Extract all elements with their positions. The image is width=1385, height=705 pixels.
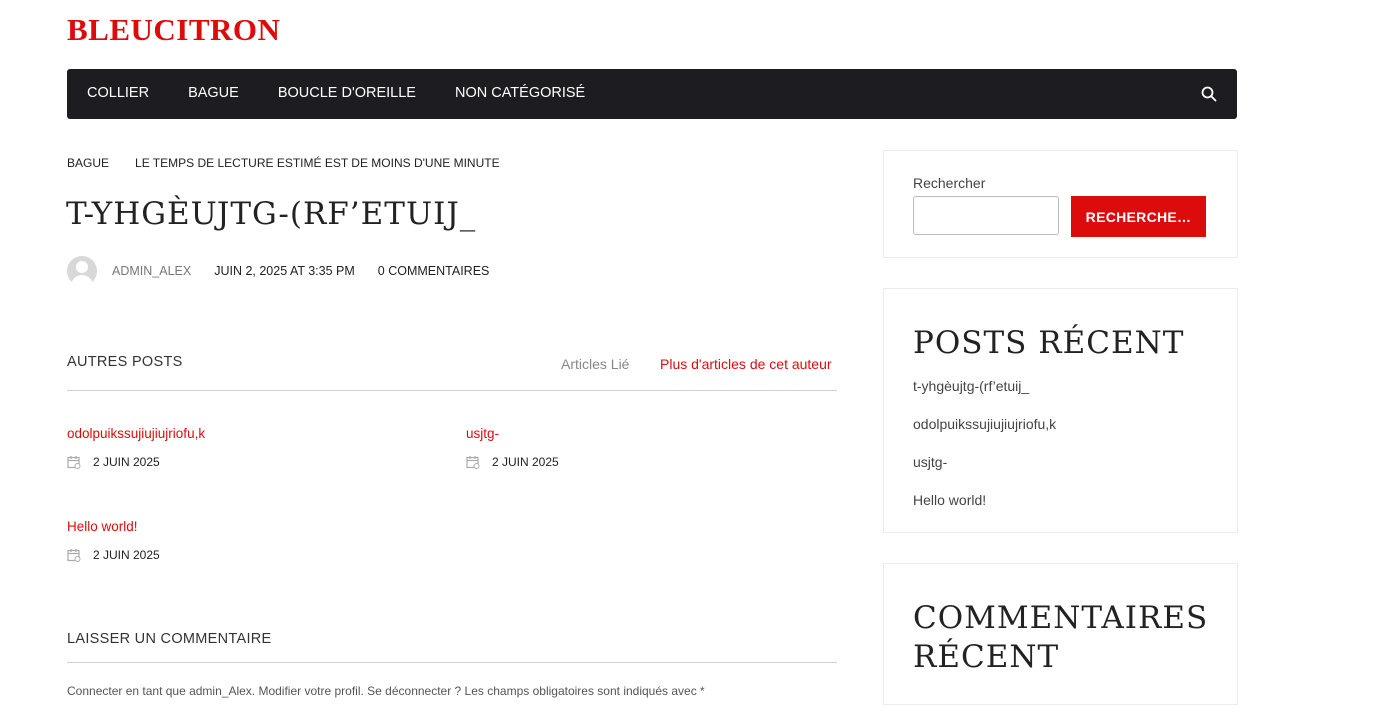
post-author[interactable]: ADMIN_ALEX bbox=[112, 264, 191, 278]
recent-posts-widget: POSTS RÉCENT t-yhgèujtg-(rf’etuij_ odolp… bbox=[883, 288, 1238, 533]
post-date: JUIN 2, 2025 AT 3:35 PM bbox=[214, 264, 355, 278]
tab-author-articles[interactable]: Plus d'articles de cet auteur bbox=[660, 356, 832, 372]
leave-comment-label: LAISSER UN COMMENTAIRE bbox=[67, 631, 272, 647]
search-icon[interactable] bbox=[1201, 86, 1217, 102]
related-post-card: usjtg- 2 JUIN 2025 bbox=[466, 426, 559, 469]
related-post-date: 2 JUIN 2025 bbox=[93, 548, 160, 562]
post-byline: ADMIN_ALEX JUIN 2, 2025 AT 3:35 PM 0 COM… bbox=[67, 256, 489, 286]
search-input[interactable] bbox=[913, 196, 1059, 235]
nav-item-bague[interactable]: BAGUE bbox=[188, 85, 239, 104]
nav-item-non-categorise[interactable]: NON CATÉGORISÉ bbox=[455, 85, 585, 104]
related-post-date: 2 JUIN 2025 bbox=[492, 455, 559, 469]
search-widget: Rechercher RECHERCHE… bbox=[883, 150, 1238, 258]
post-meta-top: BAGUE LE TEMPS DE LECTURE ESTIMÉ EST DE … bbox=[67, 156, 500, 170]
logged-in-note: Connecter en tant que admin_Alex. Modifi… bbox=[67, 684, 705, 698]
nav-item-collier[interactable]: COLLIER bbox=[87, 85, 149, 104]
related-post-date: 2 JUIN 2025 bbox=[93, 455, 160, 469]
related-post-card: Hello world! 2 JUIN 2025 bbox=[67, 519, 160, 562]
related-post-title[interactable]: odolpuikssujiujiujriofu,k bbox=[67, 426, 205, 441]
tab-related-articles[interactable]: Articles Lié bbox=[561, 356, 629, 372]
nav-item-boucle-doreille[interactable]: BOUCLE D'OREILLE bbox=[278, 85, 416, 104]
calendar-icon bbox=[67, 456, 81, 469]
search-button[interactable]: RECHERCHE… bbox=[1071, 196, 1206, 237]
leave-comment-header: LAISSER UN COMMENTAIRE bbox=[67, 630, 837, 663]
recent-comments-title: COMMENTAIRES RÉCENT bbox=[913, 600, 1209, 675]
post-title: T-YHGÈUJTG-(RF’ETUIJ_ bbox=[66, 196, 477, 232]
reading-time: LE TEMPS DE LECTURE ESTIMÉ EST DE MOINS … bbox=[135, 156, 500, 170]
related-post-title[interactable]: Hello world! bbox=[67, 519, 160, 534]
search-label: Rechercher bbox=[913, 175, 986, 191]
post-comments-link[interactable]: 0 COMMENTAIRES bbox=[378, 264, 490, 278]
recent-post-link[interactable]: odolpuikssujiujiujriofu,k bbox=[913, 416, 1056, 454]
related-post-card: odolpuikssujiujiujriofu,k 2 JUIN 2025 bbox=[67, 426, 205, 469]
calendar-icon bbox=[466, 456, 480, 469]
recent-posts-title: POSTS RÉCENT bbox=[913, 325, 1185, 361]
other-posts-label: AUTRES POSTS bbox=[67, 354, 183, 370]
recent-post-link[interactable]: Hello world! bbox=[913, 492, 1056, 530]
site-title[interactable]: BLEUCITRON bbox=[67, 12, 280, 48]
recent-post-link[interactable]: t-yhgèujtg-(rf’etuij_ bbox=[913, 378, 1056, 416]
main-navbar: COLLIER BAGUE BOUCLE D'OREILLE NON CATÉG… bbox=[67, 69, 1237, 119]
other-posts-header: AUTRES POSTS Articles Lié Plus d'article… bbox=[67, 352, 837, 391]
avatar bbox=[67, 256, 97, 286]
related-post-title[interactable]: usjtg- bbox=[466, 426, 559, 441]
recent-post-link[interactable]: usjtg- bbox=[913, 454, 1056, 492]
recent-comments-widget: COMMENTAIRES RÉCENT bbox=[883, 563, 1238, 705]
calendar-icon bbox=[67, 549, 81, 562]
post-category[interactable]: BAGUE bbox=[67, 156, 109, 170]
